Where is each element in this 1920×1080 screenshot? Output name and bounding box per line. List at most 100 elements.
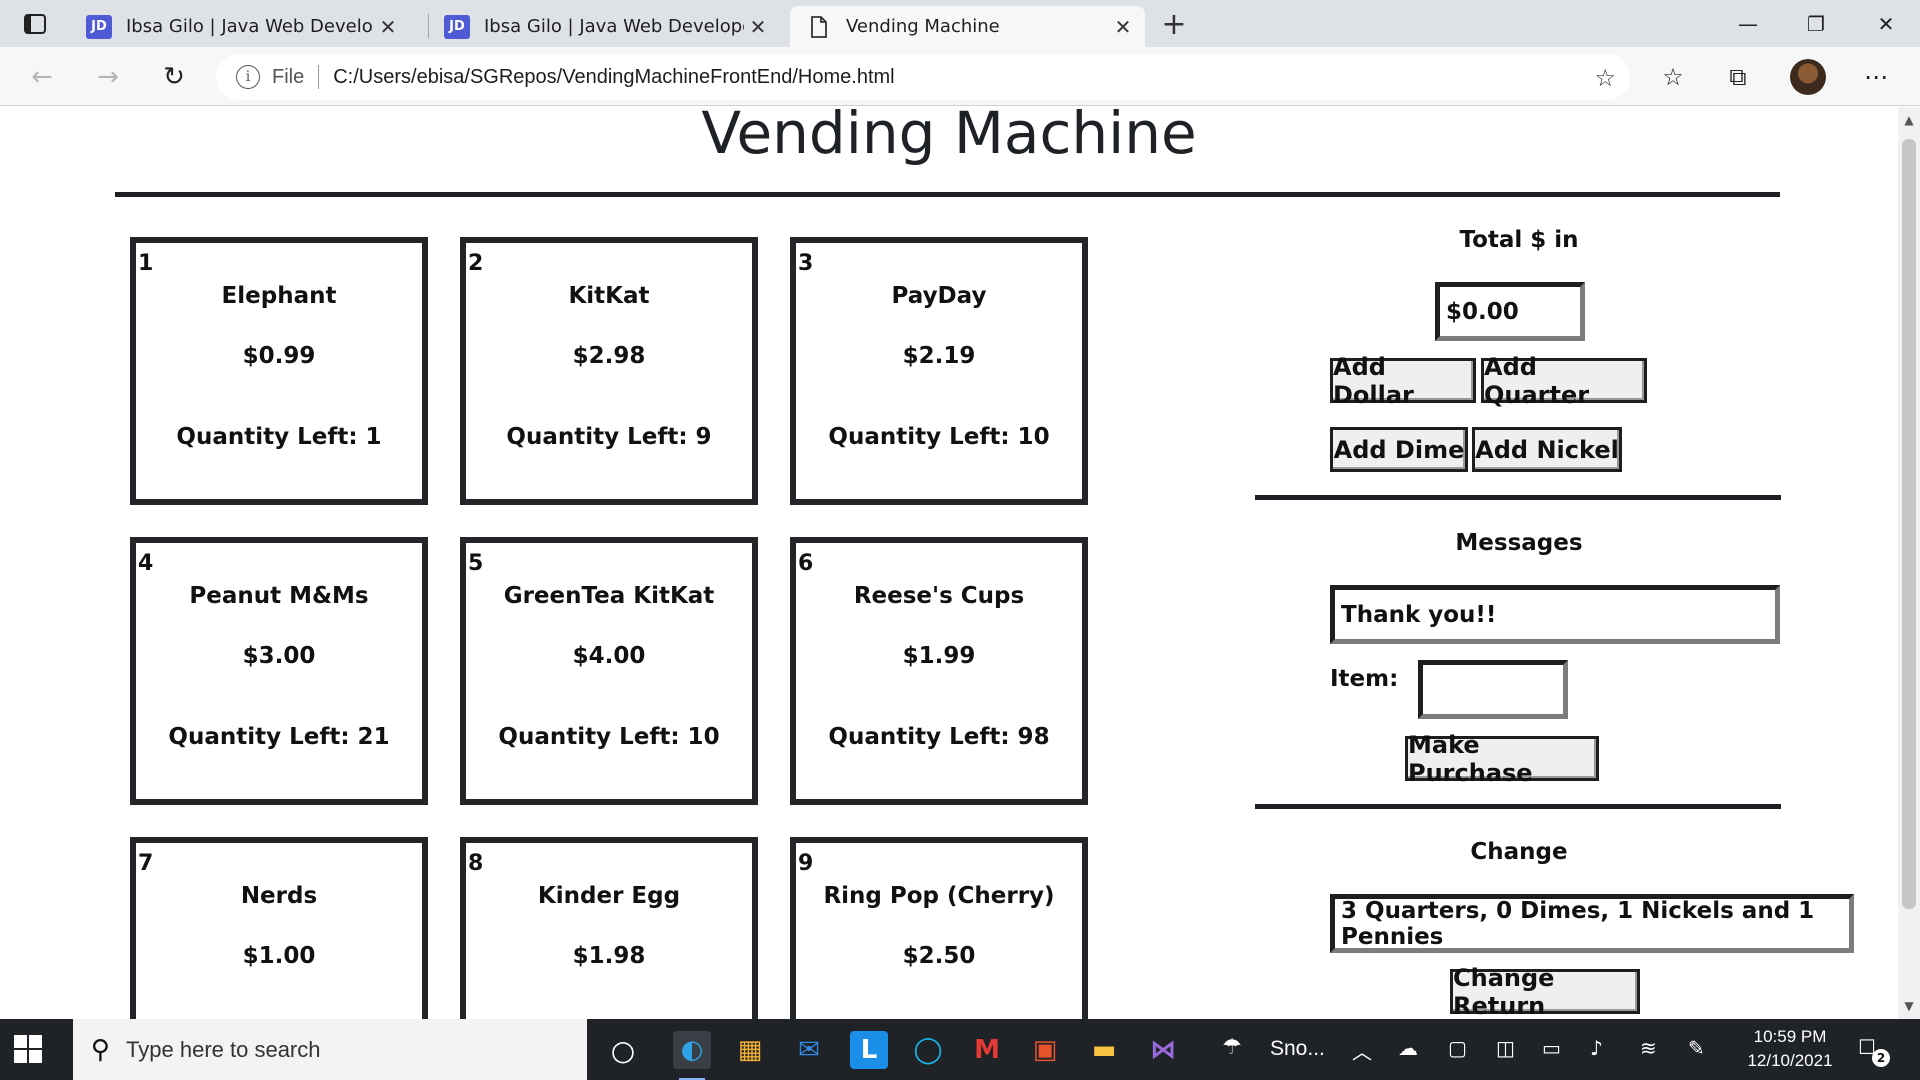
taskbar-clock[interactable]: 10:59 PM 12/10/2021 [1720,1025,1860,1073]
vending-item[interactable]: 2 KitKat $2.98 Quantity Left: 9 [460,237,758,505]
mcafee-icon[interactable]: M [968,1031,1006,1069]
minimize-icon[interactable]: — [1714,0,1782,47]
vending-item[interactable]: 6 Reese's Cups $1.99 Quantity Left: 98 [790,537,1088,805]
search-placeholder: Type here to search [126,1036,321,1062]
scroll-down-icon[interactable]: ▼ [1898,995,1920,1017]
browser-tab-1[interactable]: JD Ibsa Gilo | Java Web Developer ✕ [70,6,410,47]
item-quantity: Quantity Left: 9 [506,424,712,450]
item-number: 7 [138,851,154,876]
vending-item[interactable]: 8 Kinder Egg $1.98 [460,837,758,1019]
vending-item[interactable]: 3 PayDay $2.19 Quantity Left: 10 [790,237,1088,505]
taskbar-search-box[interactable]: ⚲ Type here to search [73,1019,587,1080]
browser-tab-2[interactable]: JD Ibsa Gilo | Java Web Developer ✕ [430,6,780,47]
jd-favicon-icon: JD [444,14,470,39]
item-price: $1.00 [242,943,316,969]
page-scrollbar[interactable]: ▲ ▼ [1898,107,1920,1019]
add-dime-button[interactable]: Add Dime [1330,427,1468,472]
l-app-icon[interactable]: L [850,1031,888,1069]
close-tab-icon[interactable]: ✕ [374,13,402,41]
add-dollar-button[interactable]: Add Dollar [1330,353,1476,409]
messages-heading: Messages [1455,530,1583,556]
notification-icon[interactable]: ☐ 2 [1858,1035,1890,1067]
store-icon[interactable]: ▦ [731,1031,769,1069]
notification-badge: 2 [1872,1049,1890,1067]
windows-taskbar: ⚲ Type here to search ○ ◐ ▦ ✉ L ◯ M ▣ ▬ … [0,1019,1920,1080]
item-name: Peanut M&Ms [189,583,369,609]
change-field[interactable]: 3 Quarters, 0 Dimes, 1 Nickels and 1 Pen… [1330,894,1854,953]
item-field[interactable] [1418,660,1568,719]
weather-text[interactable]: Sno... [1270,1037,1325,1061]
item-number: 4 [138,551,154,576]
file-explorer-icon[interactable]: ▬ [1085,1031,1123,1069]
new-tab-icon[interactable]: + [1158,7,1190,42]
messages-divider [1255,804,1781,809]
show-hidden-icons-icon[interactable]: ︿ [1352,1036,1372,1065]
page-viewport: Vending Machine 1 Elephant $0.99 Quantit… [0,107,1898,1019]
item-price: $1.99 [902,643,976,669]
collections-icon[interactable]: ⧉ [1720,59,1756,95]
profile-avatar[interactable] [1790,59,1826,95]
visual-studio-icon[interactable]: ⋈ [1144,1031,1182,1069]
back-arrow-icon[interactable]: ← [22,57,62,97]
tab-actions-menu-button[interactable] [18,10,52,38]
meet-now-icon[interactable]: ◫ [1496,1036,1515,1060]
item-quantity: Quantity Left: 10 [498,724,720,750]
favorites-icon[interactable]: ☆ [1655,59,1691,95]
cortana-icon[interactable]: ◯ [909,1031,947,1069]
vending-item[interactable]: 1 Elephant $0.99 Quantity Left: 1 [130,237,428,505]
edge-browser-icon[interactable]: ◐ [673,1031,711,1080]
vending-item[interactable]: 4 Peanut M&Ms $3.00 Quantity Left: 21 [130,537,428,805]
change-heading: Change [1470,839,1568,865]
item-name: Ring Pop (Cherry) [823,883,1055,909]
volume-icon[interactable]: ♪ [1590,1036,1603,1060]
refresh-icon[interactable]: ↻ [154,57,194,97]
restore-icon[interactable]: ❐ [1782,0,1850,47]
vending-item[interactable]: 9 Ring Pop (Cherry) $2.50 [790,837,1088,1019]
make-purchase-button[interactable]: Make Purchase [1405,731,1599,787]
tab-title: Ibsa Gilo | Java Web Developer [126,16,374,37]
tab-title: Ibsa Gilo | Java Web Developer [484,16,744,37]
total-money-field[interactable]: $0.00 [1435,282,1585,341]
device-icon[interactable]: ▢ [1448,1036,1467,1060]
address-bar[interactable]: i File C:/Users/ebisa/SGRepos/VendingMac… [216,54,1630,100]
vending-item[interactable]: 5 GreenTea KitKat $4.00 Quantity Left: 1… [460,537,758,805]
site-info-icon[interactable]: i [236,65,260,89]
item-name: Elephant [221,283,337,309]
scrollbar-thumb[interactable] [1902,139,1916,909]
office-icon[interactable]: ▣ [1026,1031,1064,1069]
add-quarter-button[interactable]: Add Quarter [1481,353,1647,409]
money-divider [1255,495,1781,500]
item-price: $3.00 [242,643,316,669]
mail-icon[interactable]: ✉ [790,1031,828,1069]
vending-item[interactable]: 7 Nerds $1.00 [130,837,428,1019]
item-number: 5 [468,551,484,576]
url-text[interactable]: C:/Users/ebisa/SGRepos/VendingMachineFro… [333,66,894,89]
item-name: PayDay [891,283,987,309]
close-tab-icon[interactable]: ✕ [1109,13,1137,41]
add-nickel-button[interactable]: Add Nickel [1472,427,1622,472]
item-number: 2 [468,251,484,276]
scroll-up-icon[interactable]: ▲ [1898,109,1920,131]
forward-arrow-icon[interactable]: → [88,57,128,97]
item-price: $2.50 [902,943,976,969]
item-label: Item: [1330,666,1399,692]
item-name: GreenTea KitKat [503,583,715,609]
wifi-icon[interactable]: ≋ [1640,1036,1657,1060]
windows-start-icon[interactable] [14,1035,42,1063]
close-tab-icon[interactable]: ✕ [744,13,772,41]
page-favicon-icon [806,15,832,39]
close-window-icon[interactable]: ✕ [1852,0,1920,47]
browser-tab-active[interactable]: Vending Machine ✕ [790,6,1145,47]
item-number: 6 [798,551,814,576]
task-view-icon[interactable]: ○ [604,1031,642,1069]
onedrive-icon[interactable]: ☁ [1398,1036,1418,1060]
weather-icon[interactable]: ☂ [1222,1035,1242,1060]
change-return-button[interactable]: Change Return [1450,964,1640,1019]
message-field[interactable]: Thank you!! [1330,585,1780,644]
pen-icon[interactable]: ✎ [1688,1036,1705,1060]
battery-icon[interactable]: ▭ [1542,1036,1561,1060]
item-price: $2.19 [902,343,976,369]
add-favorite-icon[interactable]: ☆ [1594,64,1616,92]
item-quantity: Quantity Left: 21 [168,724,390,750]
more-menu-icon[interactable]: ⋯ [1858,59,1894,95]
